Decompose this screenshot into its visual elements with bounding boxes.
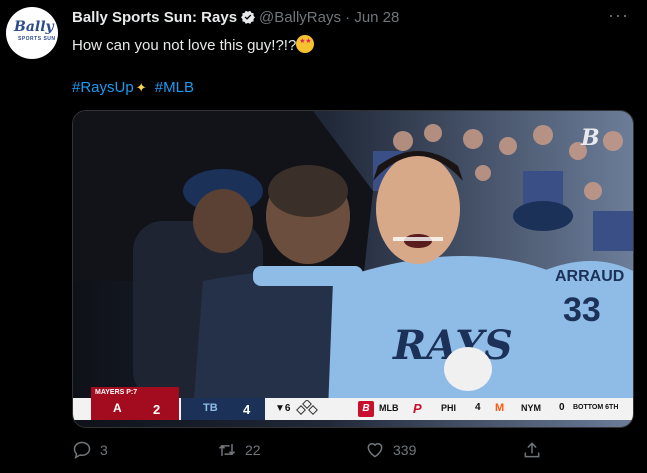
heart-icon [367,443,383,458]
away-score: 2 [153,402,161,417]
retweet-icon [218,444,236,456]
avatar-brand-word: Bally [14,19,54,35]
home-team-block: TB 4 [181,398,265,420]
jersey-back-number: 33 [563,291,601,329]
author-name[interactable]: Bally Sports Sun: Rays [72,9,237,26]
sparkle-icon: ✦ [135,80,147,95]
base-diamond-icon [296,400,318,415]
tweet-hashtags: #RaysUp ✦ #MLB [72,79,194,96]
like-count: 339 [393,442,417,458]
verified-badge-icon [241,10,256,24]
reply-count: 3 [100,442,108,458]
home-score: 4 [243,402,251,417]
other-team-2: NYM [521,403,541,413]
like-button[interactable]: 339 [365,440,416,460]
tweet-header: Bally Sports Sun: Rays @BallyRays · Jun 2… [72,9,399,26]
avatar-brand-sub: SPORTS SUN [18,36,56,42]
more-dots-icon[interactable]: ··· [608,5,629,26]
retweet-button[interactable]: 22 [217,440,261,460]
phillies-logo-icon: P [413,401,422,416]
share-button[interactable] [522,440,542,460]
retweet-count: 22 [245,442,261,458]
author-handle[interactable]: @BallyRays [259,9,341,26]
network-label: MLB [379,403,399,413]
reply-icon [73,441,91,460]
batter-label: MAYERS P:7 [91,387,179,398]
home-team-abbr: TB [203,402,218,414]
svg-text:B: B [580,125,600,151]
tweet-video[interactable]: RAYS ARRAUD 33 B MAYERS P:7 A 2 TB 4 ▼6 … [72,110,634,428]
away-team-logo-icon: A [113,401,122,415]
profile-avatar[interactable]: Bally SPORTS SUN [6,7,58,59]
tweet-body: How can you not love this guy!?!? [72,35,315,54]
tweet-actions: 3 22 339 [72,440,632,464]
other-team-1: PHI [441,403,457,413]
reply-button[interactable]: 3 [72,440,108,460]
jersey-back-name: ARRAUD [555,268,624,285]
avatar-accent [6,7,16,17]
mets-logo-icon: M [495,402,505,414]
hashtag-raysup[interactable]: #RaysUp [72,79,134,96]
tweet-date[interactable]: Jun 28 [354,9,399,26]
away-team-block: A 2 [91,398,179,420]
bally-b-logo-icon: B [358,401,374,417]
tweet-text: How can you not love this guy!?!? [72,37,297,54]
other-game-status: BOTTOM 6TH [573,404,619,411]
hashtag-mlb[interactable]: #MLB [155,79,194,96]
share-icon [524,442,540,458]
star-struck-emoji-icon [296,35,315,53]
other-score-2: 0 [559,402,565,413]
separator: · [345,9,351,26]
other-score-1: 4 [475,402,481,413]
scorebug: MAYERS P:7 A 2 TB 4 ▼6 B MLB P PHI 4 M N… [73,387,633,420]
video-frame: RAYS ARRAUD 33 B [73,111,633,427]
inning-indicator: ▼6 [275,403,291,414]
